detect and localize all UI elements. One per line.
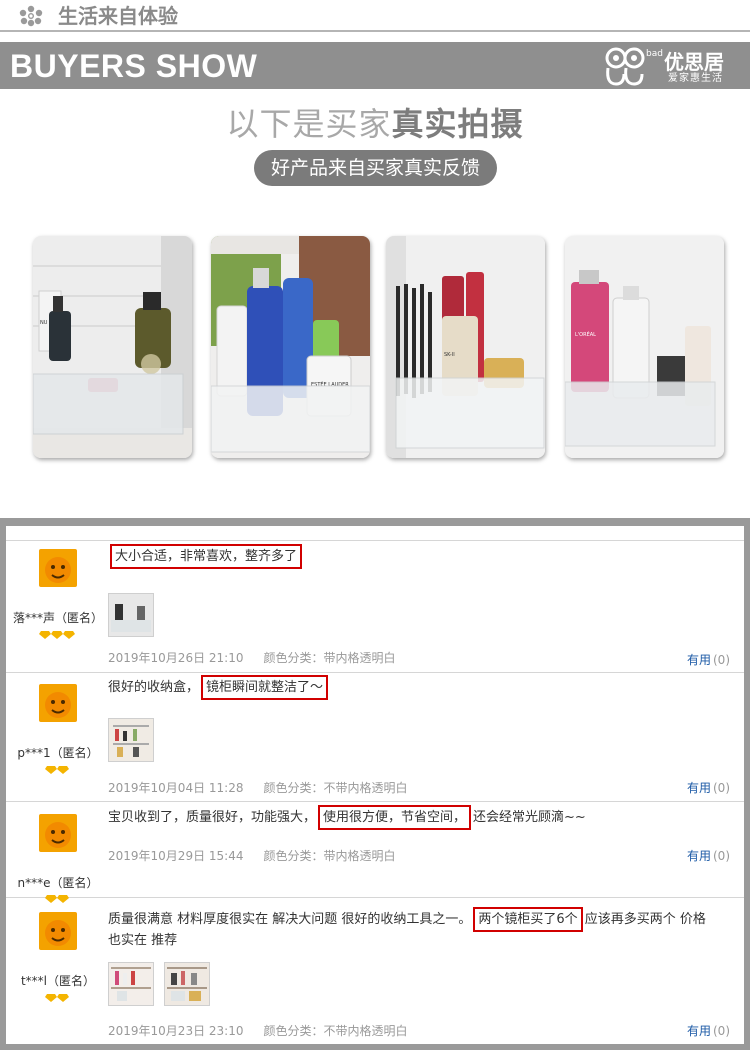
useful-label[interactable]: 有用 [687, 781, 711, 795]
photo-illustration: SK-II [386, 236, 545, 458]
photo-brand-text: SK-II [444, 352, 455, 358]
review-text: 大小合适，非常喜欢，整齐多了 [108, 544, 304, 569]
useful-button[interactable]: 有用 (0) [687, 781, 730, 795]
review-item: n***e（匿名） 宝贝收到了，质量很好，功能强大， 使用很方便，节省空间， 还会经… [6, 802, 744, 903]
divider [0, 30, 750, 32]
review-photo-thumbnail[interactable] [108, 962, 154, 1006]
review-meta: 2019年10月26日 21:10 颜色分类：带内格透明白 [108, 651, 396, 665]
review-item: t***l（匿名） 质量很满意 材料厚度很实在 解决大问题 很好的收纳工具之一。… [6, 898, 744, 1038]
review-meta: 2019年10月04日 11:28 颜色分类：不带内格透明白 [108, 781, 408, 795]
headline-bold: 真实拍摄 [391, 105, 524, 143]
buyer-photo-3[interactable]: SK-II [386, 236, 545, 458]
review-meta: 2019年10月29日 15:44 颜色分类：带内格透明白 [108, 849, 396, 863]
review-text: 很好的收纳盒， 镜柜瞬间就整洁了～ [108, 675, 330, 700]
review-text-before: 很好的收纳盒， [108, 680, 200, 695]
review-text-before: 宝贝收到了，质量很好，功能强大， [108, 810, 317, 825]
avatar[interactable] [39, 684, 77, 722]
useful-label[interactable]: 有用 [687, 653, 711, 667]
review-date: 2019年10月04日 11:28 [108, 781, 244, 795]
brand-mark-icon: bad [605, 47, 663, 86]
reviewer-name: 落***声（匿名） [12, 611, 103, 625]
review-text: 宝贝收到了，质量很好，功能强大， 使用很方便，节省空间， 还会经常光顾滴~~ [108, 805, 586, 830]
useful-label[interactable]: 有用 [687, 849, 711, 863]
useful-count: (0) [713, 1024, 730, 1038]
review-highlight: 镜柜瞬间就整洁了～ [201, 675, 329, 700]
review-text-before: 质量很满意 材料厚度很实在 解决大问题 很好的收纳工具之一。 [108, 912, 472, 927]
section-title: 生活来自体验 [58, 4, 178, 28]
headline-light: 以下是买家 [226, 105, 392, 143]
useful-button[interactable]: 有用 (0) [687, 1024, 730, 1038]
brand-logo: bad 优思居 爱家惠生活 [602, 42, 742, 89]
photo-illustration: NU SKIN [33, 236, 192, 458]
subline-pill: 好产品来自买家真实反馈 [254, 150, 497, 186]
review-date: 2019年10月23日 23:10 [108, 1024, 244, 1038]
review-highlight: 大小合适，非常喜欢，整齐多了 [110, 544, 303, 569]
review-item: 落***声（匿名） 大小合适，非常喜欢，整齐多了 2019年10月26日 21:… [6, 541, 744, 673]
review-text-continued: 也实在 推荐 [108, 933, 178, 948]
color-option: 颜色分类：不带内格透明白 [263, 781, 408, 795]
reputation-gems-icon [45, 766, 69, 774]
banner-title: BUYERS SHOW [10, 48, 258, 84]
brand-slogan: 爱家惠生活 [668, 73, 723, 84]
color-option: 颜色分类：不带内格透明白 [263, 1024, 408, 1038]
review-highlight: 使用很方便，节省空间， [318, 805, 472, 830]
buyers-show-banner: BUYERS SHOW bad 优思居 爱家惠生活 [0, 42, 750, 89]
photo-illustration: ESTÉE LAUDER [211, 236, 370, 458]
reputation-gems-icon [39, 631, 75, 639]
review-text-after: 还会经常光顾滴~~ [473, 810, 586, 825]
review-date: 2019年10月29日 15:44 [108, 849, 244, 863]
reputation-gems-icon [45, 994, 69, 1002]
reviewer-name: p***1（匿名） [17, 746, 99, 760]
useful-count: (0) [713, 653, 730, 667]
useful-count: (0) [713, 781, 730, 795]
brand-mark-text: bad [646, 49, 663, 59]
useful-button[interactable]: 有用 (0) [687, 653, 730, 667]
buyer-photo-2[interactable]: ESTÉE LAUDER [211, 236, 370, 458]
reviewer-name: t***l（匿名） [20, 974, 96, 988]
review-photo-thumbnail[interactable] [108, 593, 154, 637]
color-option: 颜色分类：带内格透明白 [263, 849, 396, 863]
review-item: p***1（匿名） 很好的收纳盒， 镜柜瞬间就整洁了～ 2019年10月04日 1… [6, 673, 744, 802]
headline: 以下是买家真实拍摄 [0, 104, 750, 144]
review-text: 质量很满意 材料厚度很实在 解决大问题 很好的收纳工具之一。 两个镜柜买了6个 应该… [108, 907, 706, 932]
buyer-photo-1[interactable]: NU SKIN [33, 236, 192, 458]
useful-label[interactable]: 有用 [687, 1024, 711, 1038]
flower-icon [19, 5, 43, 27]
photo-illustration: L'ORÉAL [565, 236, 724, 458]
photo-brand-text: L'ORÉAL [575, 330, 596, 338]
section-header: 生活来自体验 [0, 0, 750, 30]
review-list: 落***声（匿名） 大小合适，非常喜欢，整齐多了 2019年10月26日 21:… [6, 526, 744, 1044]
buyer-photo-4[interactable]: L'ORÉAL [565, 236, 724, 458]
review-frame: 落***声（匿名） 大小合适，非常喜欢，整齐多了 2019年10月26日 21:… [0, 518, 750, 1050]
review-photo-thumbnail[interactable] [108, 718, 154, 762]
review-highlight: 两个镜柜买了6个 [473, 907, 583, 932]
useful-count: (0) [713, 849, 730, 863]
review-date: 2019年10月26日 21:10 [108, 651, 244, 665]
brand-name: 优思居 [664, 50, 724, 74]
reviewer-name: n***e（匿名） [17, 876, 99, 890]
review-photo-thumbnail[interactable] [164, 962, 210, 1006]
color-option: 颜色分类：带内格透明白 [263, 651, 396, 665]
review-meta: 2019年10月23日 23:10 颜色分类：不带内格透明白 [108, 1024, 408, 1038]
avatar[interactable] [39, 814, 77, 852]
avatar[interactable] [39, 912, 77, 950]
avatar[interactable] [39, 549, 77, 587]
useful-button[interactable]: 有用 (0) [687, 849, 730, 863]
review-text-after: 应该再多买两个 价格 [584, 912, 706, 927]
